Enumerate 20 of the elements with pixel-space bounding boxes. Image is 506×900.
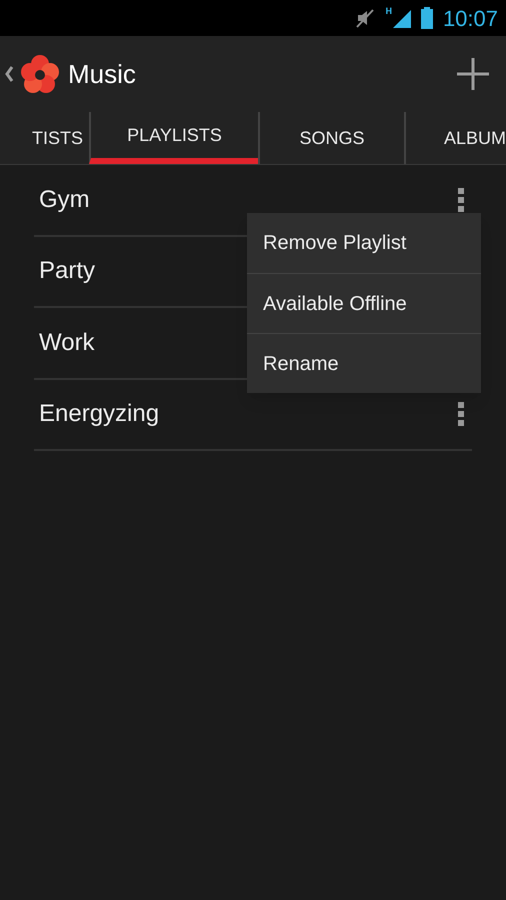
tab[interactable]: PLAYLISTS (89, 112, 258, 164)
tab[interactable]: TISTS (0, 112, 89, 164)
playlist-name[interactable]: Work (34, 324, 95, 361)
overflow-menu-icon[interactable] (458, 402, 464, 426)
app-logo-icon (20, 54, 60, 94)
mute-icon (354, 7, 376, 29)
menu-item[interactable]: Available Offline (247, 273, 481, 333)
menu-item[interactable]: Rename (247, 333, 481, 393)
menu-item[interactable]: Remove Playlist (247, 213, 481, 273)
overflow-menu-icon[interactable] (458, 188, 464, 212)
playlist-name[interactable]: Gym (34, 182, 90, 218)
playlist-name[interactable]: Party (34, 253, 96, 290)
clock: 10:07 (442, 4, 498, 32)
back-icon[interactable] (4, 65, 14, 83)
app-title: Music (68, 58, 136, 90)
add-icon[interactable] (456, 57, 490, 91)
tab[interactable]: ALBUM (404, 112, 506, 164)
tab[interactable]: SONGS (258, 112, 404, 164)
playlist-name[interactable]: Energyzing (34, 396, 160, 432)
battery-icon (420, 7, 433, 29)
